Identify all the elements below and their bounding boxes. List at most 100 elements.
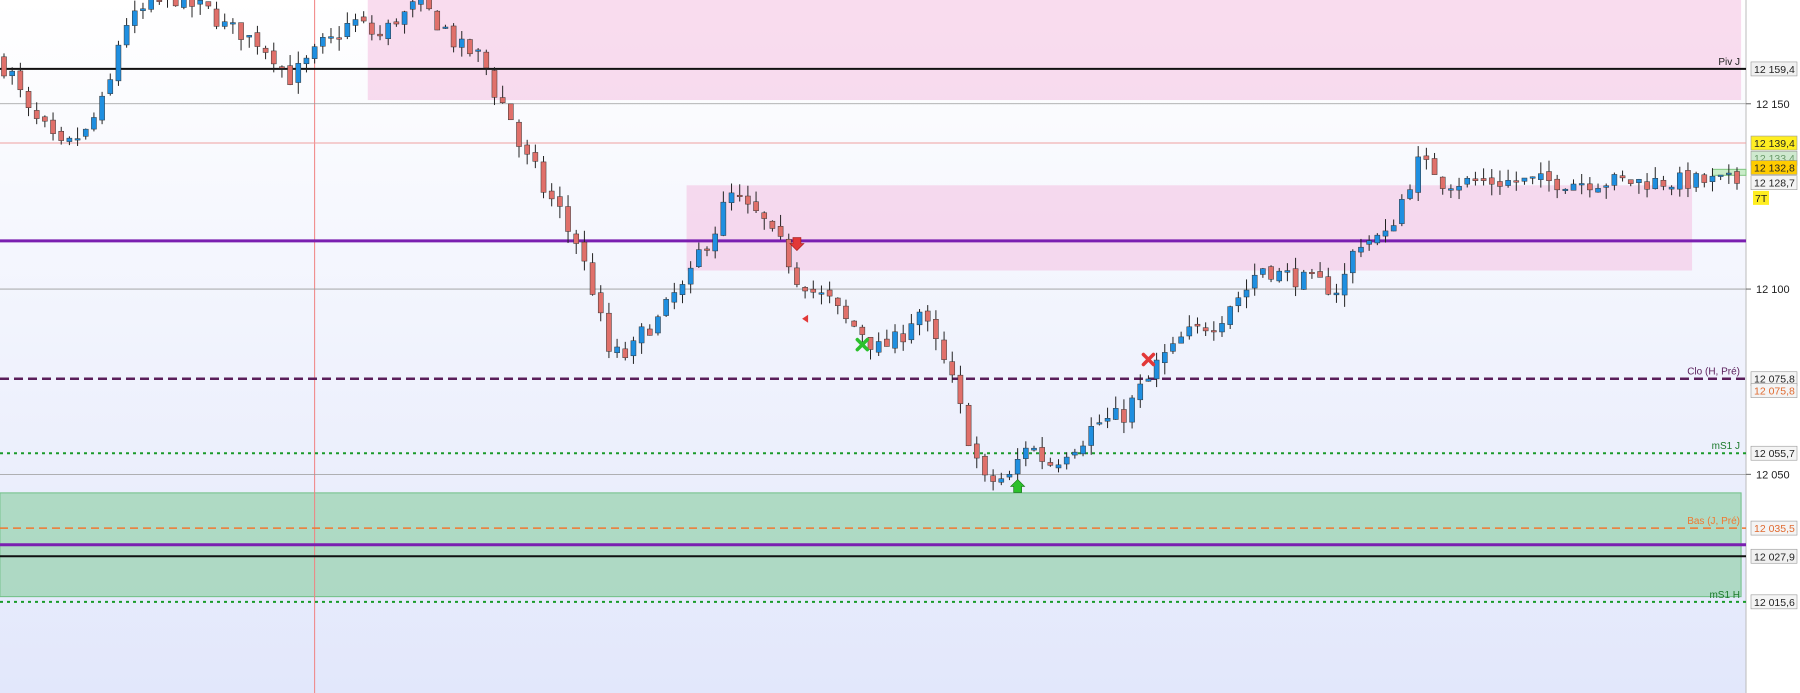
candle-body-202 (1652, 178, 1659, 190)
candle-body-134 (1096, 422, 1103, 425)
candle-body-177 (1448, 188, 1454, 191)
candle-body-29 (238, 22, 244, 40)
candle-body-159 (1300, 271, 1307, 290)
candle-body-44 (360, 16, 367, 22)
candle-body-161 (1317, 271, 1323, 278)
candle-body-199 (1627, 179, 1634, 184)
candle-body-172 (1407, 189, 1413, 199)
candle-body-94 (769, 220, 776, 229)
candle-body-76 (622, 348, 629, 358)
candle-body-113 (924, 310, 931, 322)
candle-body-85 (696, 249, 702, 268)
candle-body-48 (393, 21, 400, 25)
candle-body-165 (1350, 250, 1356, 274)
candle-body-56 (458, 38, 465, 48)
candle-body-192 (1570, 183, 1577, 191)
candle-body-138 (1129, 397, 1135, 423)
candle-body-68 (557, 196, 563, 207)
candle-body-3 (25, 91, 32, 108)
candle-body-197 (1611, 174, 1618, 186)
candle-body-61 (499, 97, 506, 103)
candle-body-209 (1709, 175, 1716, 182)
candle-body-124 (1014, 459, 1021, 475)
candle-body-80 (655, 316, 661, 334)
candle-body-147 (1202, 327, 1209, 332)
candle-body-109 (892, 331, 898, 349)
candle-body-23 (189, 0, 195, 7)
candle-body-57 (467, 39, 473, 55)
candle-body-205 (1676, 172, 1683, 190)
candle-body-187 (1529, 176, 1536, 179)
level-name-11: Bas (J, Pré) (1687, 516, 1740, 527)
level-tag-4: 12 128,7 (1754, 178, 1795, 190)
trading-chart: Piv J Clo (H, Pré) mS1 J Bas (J, Pré) mS1 H … (0, 0, 1800, 693)
level-name-14: mS1 H (1709, 590, 1740, 601)
candle-body-6 (50, 119, 56, 134)
candle-body-58 (475, 49, 481, 52)
candle-body-88 (720, 201, 727, 236)
candle-body-0 (1, 56, 7, 77)
candle-body-75 (614, 346, 620, 354)
candle-body-9 (74, 138, 81, 141)
level-tag-2: 12 139,4 (1754, 138, 1795, 150)
candle-body-162 (1325, 276, 1332, 295)
candle-body-152 (1243, 289, 1250, 298)
candle-body-54 (442, 26, 449, 29)
candle-body-136 (1112, 408, 1119, 420)
candle-body-62 (508, 103, 514, 121)
candle-body-78 (638, 326, 645, 344)
candle-body-73 (597, 292, 604, 314)
candle-body-37 (303, 57, 310, 65)
candle-body-168 (1374, 234, 1381, 244)
candle-body-148 (1211, 330, 1217, 333)
candle-body-22 (181, 0, 187, 8)
candle-body-64 (524, 144, 530, 155)
candle-body-180 (1472, 178, 1479, 181)
candle-body-210 (1717, 174, 1724, 177)
candle-body-51 (418, 0, 424, 5)
candle-body-33 (270, 50, 277, 65)
candle-body-84 (687, 267, 694, 285)
level-tag-13: 12 027,9 (1754, 551, 1795, 563)
candle-body-176 (1439, 176, 1446, 189)
candle-body-30 (246, 35, 253, 38)
candle-body-41 (336, 37, 342, 40)
candle-body-131 (1072, 451, 1078, 456)
candle-body-158 (1292, 268, 1299, 288)
candle-body-117 (957, 374, 964, 404)
candle-body-137 (1121, 409, 1127, 423)
candle-body-163 (1333, 292, 1340, 296)
candle-body-190 (1554, 178, 1560, 191)
candle-body-196 (1603, 185, 1609, 188)
candle-body-155 (1268, 266, 1274, 280)
candle-body-87 (712, 233, 718, 252)
candle-body-140 (1145, 378, 1152, 382)
candle-body-102 (835, 297, 841, 306)
bar-timer-label: 7T (1755, 193, 1768, 205)
candle-body-49 (401, 11, 408, 25)
candle-body-95 (777, 226, 784, 237)
candle-body-193 (1578, 183, 1585, 186)
candle-body-16 (132, 10, 138, 26)
level-name-9: mS1 J (1712, 441, 1740, 452)
candle-body-204 (1668, 186, 1675, 190)
candle-body-100 (818, 292, 825, 295)
candle-body-99 (810, 288, 817, 293)
candle-body-55 (450, 25, 457, 48)
candle-body-40 (328, 36, 334, 39)
candle-body-123 (1006, 474, 1013, 478)
level-tag-14: 12 015,6 (1754, 597, 1795, 609)
candle-body-67 (548, 190, 555, 200)
candle-body-77 (630, 340, 637, 357)
candle-body-208 (1701, 174, 1708, 183)
candle-body-212 (1734, 171, 1740, 184)
candle-body-112 (916, 311, 923, 326)
candle-body-8 (66, 137, 73, 142)
candle-body-175 (1431, 158, 1438, 175)
candle-body-59 (483, 51, 490, 69)
candle-body-98 (802, 287, 808, 292)
pink-zone-0 (367, 0, 1742, 101)
candle-body-110 (900, 333, 906, 343)
candle-body-188 (1538, 173, 1544, 180)
candle-body-194 (1587, 183, 1593, 191)
